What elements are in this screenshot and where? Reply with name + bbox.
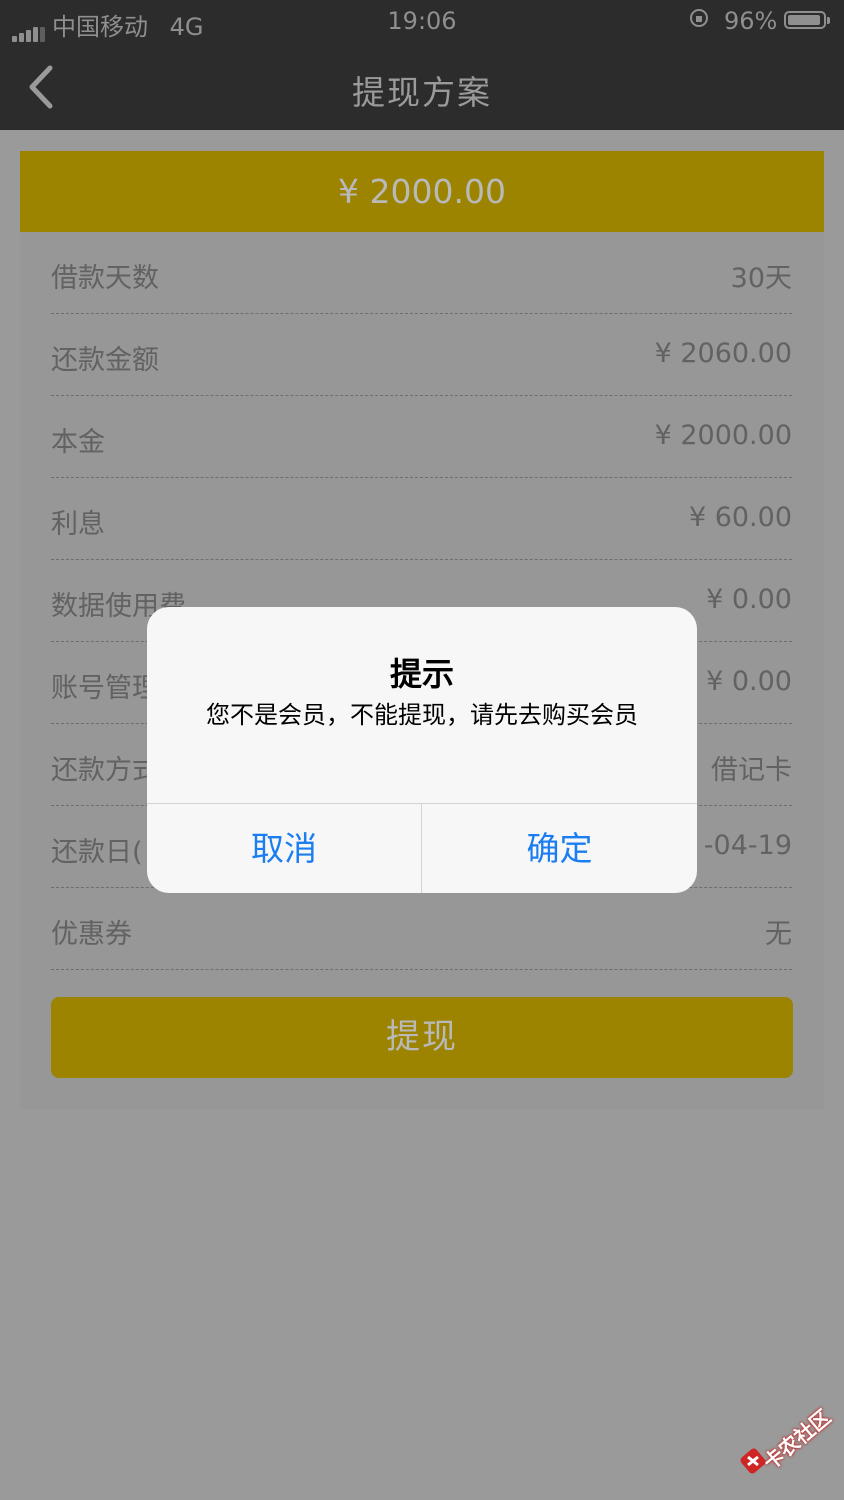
rotation-lock-icon <box>688 7 710 35</box>
detail-row: 优惠券 无 <box>51 888 792 970</box>
confirm-button[interactable]: 确定 <box>422 804 697 893</box>
detail-row: 还款金额 ¥ 2060.00 <box>51 314 792 396</box>
row-label: 利息 <box>51 509 105 540</box>
detail-row: 本金 ¥ 2000.00 <box>51 396 792 478</box>
row-label: 还款日( <box>51 837 143 868</box>
row-value: 30天 <box>730 263 792 294</box>
row-label: 借款天数 <box>51 263 159 294</box>
row-label: 优惠券 <box>51 919 132 950</box>
row-label: 还款方式 <box>51 755 159 786</box>
row-label: 还款金额 <box>51 345 159 376</box>
nav-bar: 提现方案 <box>0 44 844 130</box>
battery-percent: 96% <box>724 7 778 35</box>
detail-row: 借款天数 30天 <box>51 232 792 314</box>
row-label: 本金 <box>51 427 105 458</box>
row-value: 无 <box>765 919 792 950</box>
status-time: 19:06 <box>387 7 457 35</box>
status-bar: 中国移动 4G 19:06 96% <box>0 0 844 44</box>
battery-icon <box>784 11 830 29</box>
row-value: ¥ 2060.00 <box>654 338 792 369</box>
withdraw-button[interactable]: 提现 <box>51 997 793 1078</box>
row-value: ¥ 2000.00 <box>654 420 792 451</box>
watermark-logo: 卡农社区 <box>738 1404 838 1484</box>
row-value: ¥ 60.00 <box>688 502 792 533</box>
amount-banner: ¥ 2000.00 <box>20 151 824 232</box>
row-value: ¥ 0.00 <box>706 584 792 615</box>
row-value: -04-19 <box>703 830 792 861</box>
cancel-button[interactable]: 取消 <box>147 804 422 893</box>
page-title: 提现方案 <box>352 73 492 112</box>
row-value: 借记卡 <box>711 755 792 786</box>
dialog-title: 提示 <box>389 655 454 693</box>
alert-dialog: 提示 您不是会员，不能提现，请先去购买会员 取消 确定 <box>147 607 697 893</box>
dialog-message: 您不是会员，不能提现，请先去购买会员 <box>206 701 638 729</box>
detail-row: 利息 ¥ 60.00 <box>51 478 792 560</box>
dialog-buttons: 取消 确定 <box>147 803 697 893</box>
watermark-text: 卡农社区 <box>758 1404 836 1475</box>
row-value: ¥ 0.00 <box>706 666 792 697</box>
